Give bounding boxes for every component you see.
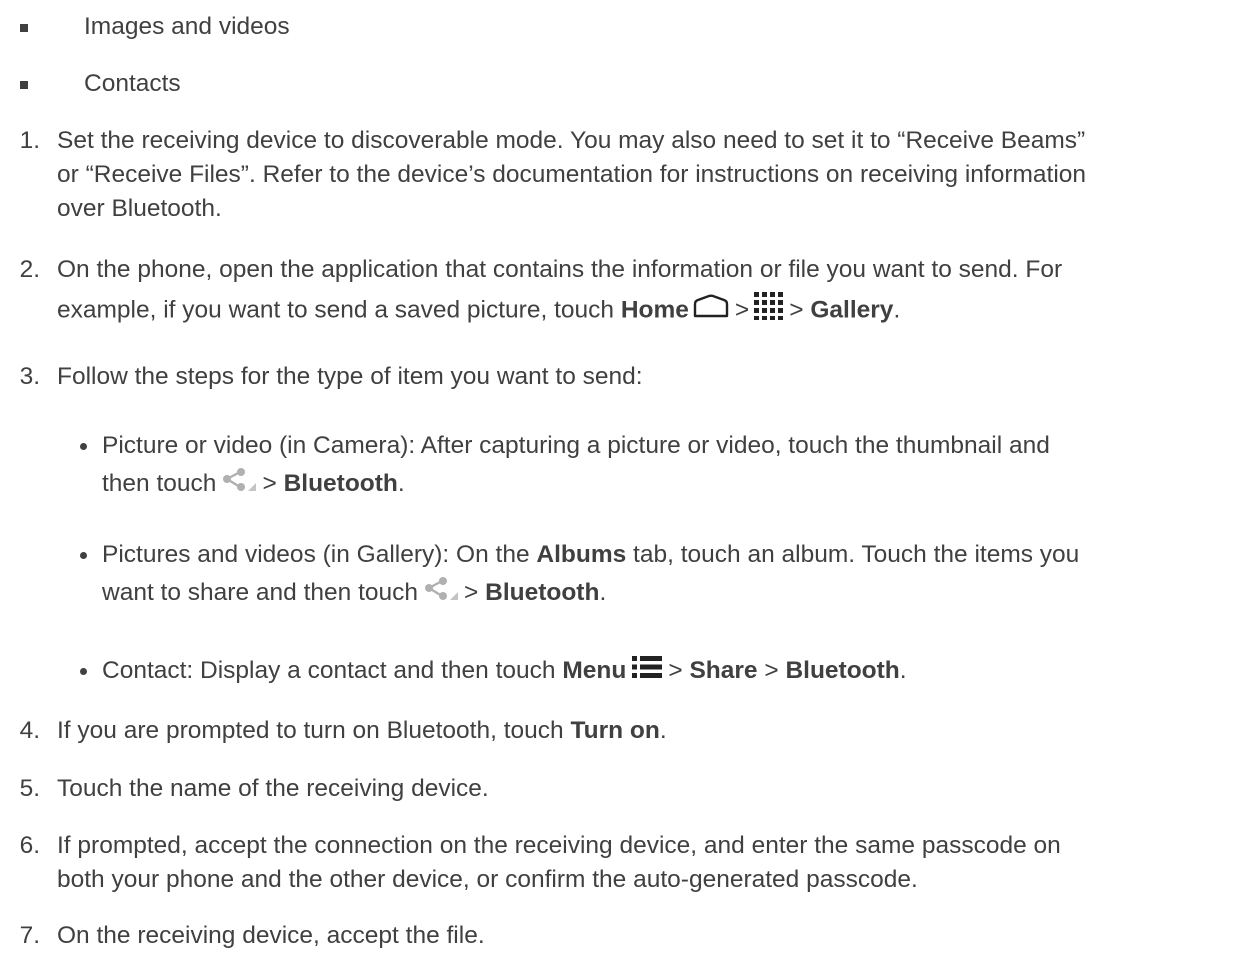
menu-label: Menu [562, 657, 627, 684]
dot-bullet [80, 552, 87, 559]
share-icon [424, 576, 460, 616]
step-4-text-pre: If you are prompted to turn on Bluetooth… [57, 717, 571, 744]
sub-item-line-1: Contact: Display a contact and then touc… [102, 654, 1232, 689]
step-1-line-3: over Bluetooth. [57, 195, 222, 222]
albums-label: Albums [536, 541, 627, 568]
step-7-text: On the receiving device, accept the file… [57, 922, 485, 949]
sub-item-text: then touch [102, 470, 217, 497]
sub-item-gallery: Pictures and videos (in Gallery): On the… [80, 538, 1232, 616]
period: . [397, 470, 405, 497]
turn-on-label: Turn on [570, 717, 660, 744]
step-2-line-2: example, if you want to send a saved pic… [57, 291, 1237, 331]
sub-item-text: want to share and then touch [102, 579, 418, 606]
square-bullet [20, 81, 28, 89]
sub-item-text: Pictures and videos (in Gallery): On the [102, 541, 537, 568]
step-6-line-2: both your phone and the other device, or… [57, 866, 918, 893]
apps-grid-icon [753, 291, 784, 331]
step-4-text: If you are prompted to turn on Bluetooth… [57, 714, 1237, 748]
period: . [893, 296, 901, 324]
list-item-text: Images and videos [84, 13, 290, 40]
step-number: 6. [19, 832, 40, 859]
step-5-text: Touch the name of the receiving device. [57, 775, 489, 802]
step-4: 4. If you are prompted to turn on Blueto… [20, 714, 1237, 748]
step-6-line-1: If prompted, accept the connection on th… [57, 832, 1061, 859]
step-7: 7. On the receiving device, accept the f… [20, 919, 1237, 953]
separator: > [464, 579, 479, 606]
home-icon [693, 294, 729, 328]
step-number: 4. [19, 717, 40, 744]
share-label: Share [689, 657, 758, 684]
sub-item-line-2: then touch > Bluetooth. [102, 467, 1232, 507]
dot-bullet [80, 668, 87, 675]
step-3-text: Follow the steps for the type of item yo… [57, 363, 643, 390]
step-number: 1. [19, 127, 40, 154]
sub-item-line-1: Picture or video (in Camera): After capt… [102, 432, 1050, 459]
separator: > [262, 470, 277, 497]
period: . [899, 657, 907, 684]
step-1: 1. Set the receiving device to discovera… [20, 124, 1237, 226]
step-2-text: example, if you want to send a saved pic… [57, 296, 621, 324]
square-bullet [20, 24, 28, 32]
bluetooth-label: Bluetooth [283, 470, 398, 497]
share-icon [222, 467, 258, 507]
sub-item-line-1: Pictures and videos (in Gallery): On the… [102, 538, 1232, 572]
list-item-text: Contacts [84, 70, 181, 97]
step-number: 2. [19, 256, 40, 283]
step-6: 6. If prompted, accept the connection on… [20, 829, 1237, 897]
step-2-line-1: On the phone, open the application that … [57, 256, 1063, 283]
sub-item-contact: Contact: Display a contact and then touc… [80, 654, 1232, 689]
step-1-line-2: or “Receive Files”. Refer to the device’… [57, 161, 1087, 188]
bluetooth-label: Bluetooth [485, 579, 600, 606]
step-1-line-1: Set the receiving device to discoverable… [57, 127, 1086, 154]
gallery-label: Gallery [810, 296, 894, 324]
home-label: Home [620, 296, 689, 324]
sub-item-camera: Picture or video (in Camera): After capt… [80, 429, 1232, 507]
period: . [659, 717, 667, 744]
sub-item-text: Contact: Display a contact and then touc… [102, 657, 563, 684]
separator: > [789, 296, 804, 324]
manual-page: Images and videos Contacts 1. Set the re… [0, 0, 1245, 962]
separator: > [668, 657, 683, 684]
step-number: 3. [19, 363, 40, 390]
step-number: 5. [19, 775, 40, 802]
dot-bullet [80, 443, 87, 450]
step-3: 3. Follow the steps for the type of item… [20, 360, 1237, 394]
list-item: Contacts [20, 67, 181, 101]
separator: > [764, 657, 779, 684]
bluetooth-label: Bluetooth [785, 657, 900, 684]
period: . [599, 579, 607, 606]
menu-icon [632, 655, 663, 689]
step-5: 5. Touch the name of the receiving devic… [20, 772, 1237, 806]
sub-item-line-2: want to share and then touch > Bluetooth. [102, 576, 1232, 616]
list-item: Images and videos [20, 10, 290, 44]
separator: > [734, 296, 750, 324]
step-number: 7. [19, 922, 40, 949]
step-2: 2. On the phone, open the application th… [20, 253, 1237, 331]
sub-item-text: tab, touch an album. Touch the items you [626, 541, 1080, 568]
